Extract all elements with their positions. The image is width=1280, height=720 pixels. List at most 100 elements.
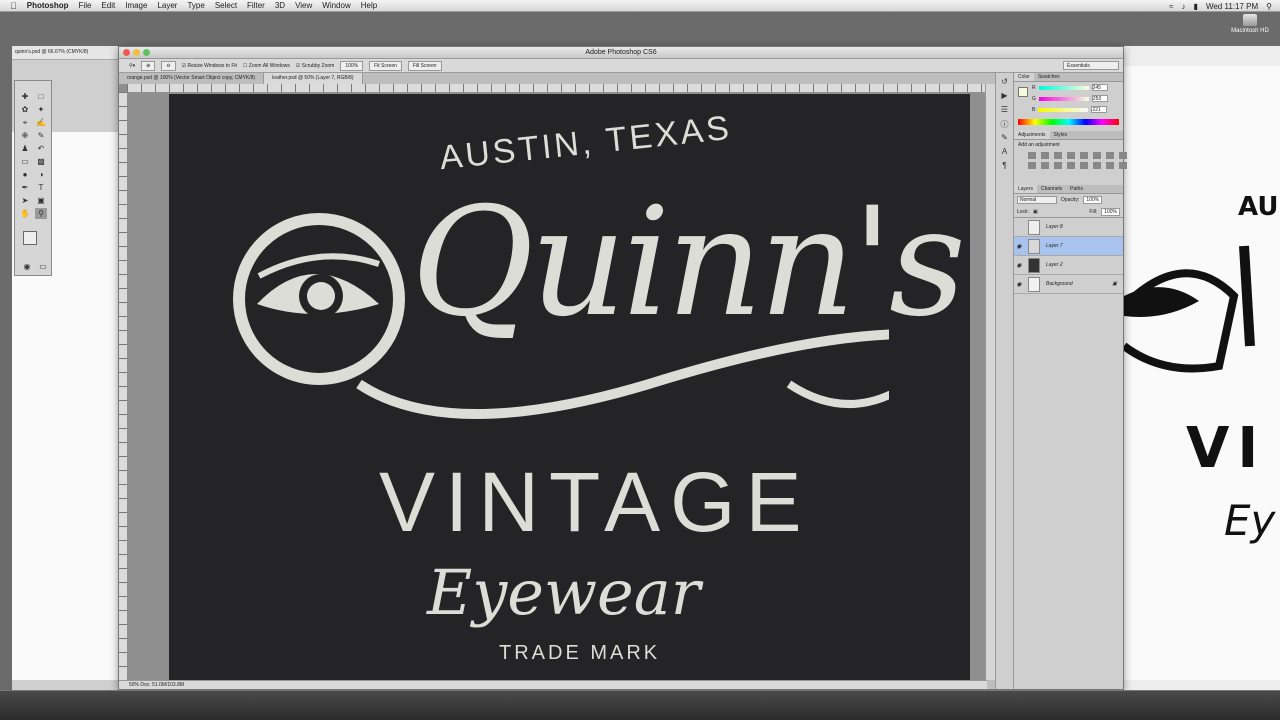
channel-mixer-icon[interactable] — [1041, 162, 1049, 169]
curves-icon[interactable] — [1054, 152, 1062, 159]
visibility-eye-icon[interactable]: ◉ — [1014, 243, 1024, 250]
background-document-right[interactable]: AU VI Ey — [1124, 46, 1280, 700]
shape-tool-icon[interactable]: ▣ — [35, 195, 47, 206]
canvas-vertical-scrollbar[interactable] — [985, 84, 995, 680]
invert-icon[interactable] — [1067, 162, 1075, 169]
layer-row[interactable]: Layer 8 — [1014, 218, 1123, 237]
actions-panel-icon[interactable]: ▶ — [1000, 91, 1010, 101]
layer-row[interactable]: ◉ Layer 2 — [1014, 256, 1123, 275]
tab-paths[interactable]: Paths — [1066, 185, 1087, 193]
layer-name[interactable]: Background — [1046, 281, 1073, 287]
layer-name[interactable]: Layer 7 — [1046, 243, 1063, 249]
vertical-ruler[interactable] — [119, 92, 127, 680]
character-panel-icon[interactable]: A — [1000, 147, 1010, 157]
posterize-icon[interactable] — [1080, 162, 1088, 169]
marquee-tool-icon[interactable]: □ — [35, 91, 47, 102]
minimize-button[interactable] — [133, 49, 140, 56]
tab-styles[interactable]: Styles — [1050, 131, 1072, 139]
background-doc-tab[interactable]: quinn's.psd @ 66.67% (CMYK/8) — [12, 46, 118, 60]
close-button[interactable] — [123, 49, 130, 56]
zoom-value-button[interactable]: 100% — [340, 60, 364, 71]
fill-value[interactable]: 100% — [1101, 207, 1120, 216]
menu-type[interactable]: Type — [187, 1, 204, 10]
menu-image[interactable]: Image — [125, 1, 147, 10]
horizontal-ruler[interactable] — [127, 84, 987, 92]
layer-row[interactable]: ◉ Background ▣ — [1014, 275, 1123, 294]
lasso-tool-icon[interactable]: ✿ — [19, 104, 31, 115]
lock-icon[interactable]: ▣ — [1033, 209, 1038, 215]
tab-channels[interactable]: Channels — [1037, 185, 1066, 193]
red-value[interactable]: 245 — [1091, 84, 1108, 91]
document-tab-orange[interactable]: orange.psd @ 100% (Vector Smart Object c… — [119, 73, 265, 84]
eraser-tool-icon[interactable]: ▭ — [19, 156, 31, 167]
zoom-tool-icon[interactable]: ⚲ — [35, 208, 47, 219]
properties-panel-icon[interactable]: ☰ — [1000, 105, 1010, 115]
layer-name[interactable]: Layer 2 — [1046, 262, 1063, 268]
paragraph-panel-icon[interactable]: ¶ — [1000, 161, 1010, 171]
levels-icon[interactable] — [1041, 152, 1049, 159]
menu-filter[interactable]: Filter — [247, 1, 265, 10]
eyedropper-tool-icon[interactable]: ✍ — [35, 117, 47, 128]
selective-color-icon[interactable] — [1119, 162, 1127, 169]
move-tool-icon[interactable]: ✚ — [19, 91, 31, 102]
tab-adjustments[interactable]: Adjustments — [1014, 131, 1050, 139]
apple-icon[interactable]:  — [10, 1, 17, 11]
red-slider[interactable]: R 245 — [1014, 82, 1123, 93]
hand-tool-icon[interactable]: ✋ — [19, 208, 31, 219]
pen-tool-icon[interactable]: ✒ — [19, 182, 31, 193]
menu-app-name[interactable]: Photoshop — [27, 1, 69, 10]
crop-tool-icon[interactable]: ⌖ — [19, 117, 31, 128]
color-panel-swatch[interactable] — [1018, 87, 1028, 97]
info-panel-icon[interactable]: ⓘ — [1000, 119, 1010, 129]
document-tab-leather[interactable]: leather.psd @ 50% (Layer 7, RGB/8) — [264, 73, 363, 84]
layer-name[interactable]: Layer 8 — [1046, 224, 1063, 230]
zoom-all-checkbox[interactable]: ☐ Zoom All Windows — [243, 63, 290, 69]
brush-tool-icon[interactable]: ✎ — [35, 130, 47, 141]
exposure-icon[interactable] — [1067, 152, 1075, 159]
green-value[interactable]: 250 — [1091, 95, 1108, 102]
photo-filter-icon[interactable] — [1028, 162, 1036, 169]
menu-window[interactable]: Window — [322, 1, 350, 10]
brightness-icon[interactable] — [1028, 152, 1036, 159]
gradient-map-icon[interactable] — [1106, 162, 1114, 169]
foreground-color-swatch[interactable] — [23, 231, 37, 245]
hue-icon[interactable] — [1093, 152, 1101, 159]
history-panel-icon[interactable]: ↺ — [1000, 77, 1010, 87]
lookup-icon[interactable] — [1054, 162, 1062, 169]
tab-swatches[interactable]: Swatches — [1034, 73, 1064, 81]
desktop-drive[interactable]: Macintosh HD — [1230, 14, 1270, 34]
window-titlebar[interactable]: Adobe Photoshop CS6 — [119, 47, 1123, 59]
scrubby-zoom-checkbox[interactable]: ☑ Scrubby Zoom — [296, 63, 334, 69]
zoom-button[interactable] — [143, 49, 150, 56]
screen-mode-icon[interactable]: ▭ — [37, 261, 49, 272]
spotlight-icon[interactable]: ⚲ — [1266, 2, 1272, 11]
battery-icon[interactable]: ▮ — [1194, 2, 1198, 11]
menu-help[interactable]: Help — [361, 1, 377, 10]
quick-mask-icon[interactable]: ◉ — [21, 261, 33, 272]
magic-wand-tool-icon[interactable]: ✦ — [35, 104, 47, 115]
zoom-in-button[interactable]: ⊕ — [141, 60, 156, 71]
brush-panel-icon[interactable]: ✎ — [1000, 133, 1010, 143]
green-slider[interactable]: G 250 — [1014, 93, 1123, 104]
menu-edit[interactable]: Edit — [101, 1, 115, 10]
artwork-canvas[interactable]: AUSTIN, TEXAS Quinn's VINTAGE Eyewear TR… — [169, 94, 970, 680]
blend-mode-select[interactable]: Normal — [1017, 196, 1057, 204]
menu-select[interactable]: Select — [215, 1, 237, 10]
healing-brush-tool-icon[interactable]: ✙ — [19, 130, 31, 141]
gradient-tool-icon[interactable]: ▩ — [35, 156, 47, 167]
tab-color[interactable]: Color — [1014, 73, 1034, 81]
layer-row[interactable]: ◉ Layer 7 — [1014, 237, 1123, 256]
menu-view[interactable]: View — [295, 1, 312, 10]
menu-file[interactable]: File — [79, 1, 92, 10]
bw-icon[interactable] — [1119, 152, 1127, 159]
path-selection-tool-icon[interactable]: ➤ — [19, 195, 31, 206]
color-balance-icon[interactable] — [1106, 152, 1114, 159]
color-spectrum[interactable] — [1018, 119, 1119, 125]
fit-screen-button[interactable]: Fit Screen — [369, 60, 402, 71]
zoom-out-button[interactable]: ⊖ — [161, 60, 176, 71]
type-tool-icon[interactable]: T — [35, 182, 47, 193]
blue-slider[interactable]: B 221 — [1014, 104, 1123, 115]
history-brush-tool-icon[interactable]: ↶ — [35, 143, 47, 154]
volume-icon[interactable]: ♪ — [1182, 2, 1186, 11]
threshold-icon[interactable] — [1093, 162, 1101, 169]
